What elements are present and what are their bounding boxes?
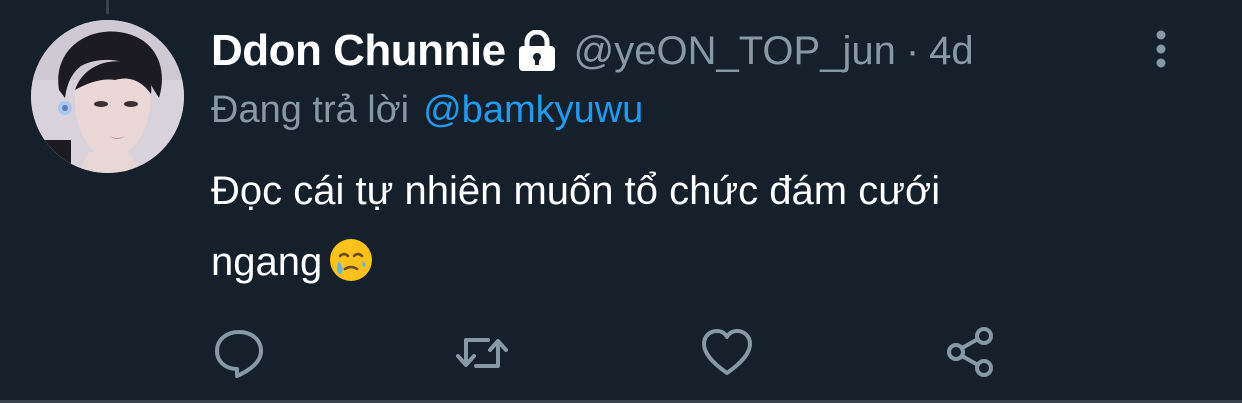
speech-bubble-icon	[215, 330, 263, 378]
tweet-text-line-2-text: ngang	[211, 240, 323, 284]
display-name[interactable]: Ddon Chunnie	[211, 26, 506, 76]
avatar[interactable]	[31, 20, 184, 173]
tweet-actions	[0, 326, 1242, 382]
share-button[interactable]	[944, 326, 998, 380]
tweet-text: Đọc cái tự nhiên muốn tổ chức đám cưới n…	[211, 156, 1171, 298]
retweet-button[interactable]	[455, 326, 509, 380]
tweet-header: Ddon Chunnie @yeON_TOP_jun · 4d	[211, 24, 974, 78]
tweet-text-line-1: Đọc cái tự nhiên muốn tổ chức đám cưới	[211, 169, 941, 213]
user-handle[interactable]: @yeON_TOP_jun	[574, 29, 896, 74]
avatar-image	[31, 20, 184, 173]
retweet-arrows-icon	[456, 338, 508, 368]
more-options-button[interactable]	[1146, 26, 1176, 72]
heart-icon	[702, 329, 752, 375]
tweet-timestamp[interactable]: 4d	[929, 29, 974, 74]
reply-mention-link[interactable]: @bamkyuwu	[423, 89, 643, 132]
share-nodes-icon	[947, 327, 993, 377]
lock-icon	[514, 29, 560, 72]
tweet-card[interactable]: Ddon Chunnie @yeON_TOP_jun · 4d Đang trả…	[0, 0, 1242, 403]
replying-to: Đang trả lời @bamkyuwu	[211, 84, 643, 136]
like-button[interactable]	[700, 326, 754, 380]
reply-button[interactable]	[212, 326, 266, 380]
separator-dot: ·	[905, 28, 920, 73]
vertical-ellipsis-icon	[1156, 30, 1166, 68]
tweet-text-line-2: ngang	[211, 227, 1171, 298]
replying-to-label: Đang trả lời	[211, 88, 410, 131]
face-holding-back-tears-emoji	[328, 235, 374, 281]
thread-connector-line	[106, 0, 109, 14]
